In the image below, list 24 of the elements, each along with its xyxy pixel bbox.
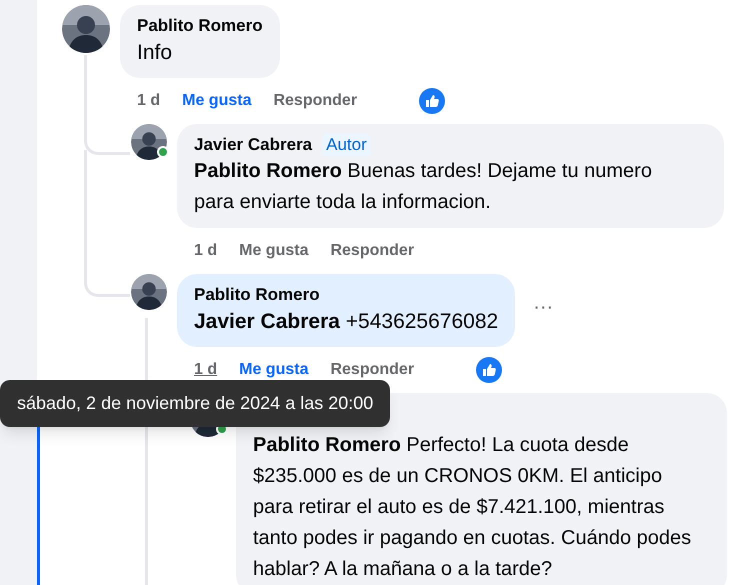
author-name[interactable]: Pablito Romero bbox=[194, 284, 320, 306]
author-name[interactable]: Pablito Romero bbox=[137, 15, 263, 37]
date-tooltip: sábado, 2 de noviembre de 2024 a las 20:00 bbox=[0, 380, 390, 427]
comment-text: Pablito Romero Buenas tardes! Dejame tu numero para enviarte toda la informacion. bbox=[194, 159, 653, 215]
reply-link[interactable]: Responder bbox=[330, 239, 414, 263]
like-link[interactable]: Me gusta bbox=[182, 89, 252, 113]
like-reaction-icon[interactable] bbox=[419, 88, 446, 114]
avatar[interactable] bbox=[131, 274, 167, 310]
timestamp-link[interactable]: 1 d bbox=[194, 358, 218, 382]
comment-text: Pablito Romero Perfecto! La cuota desde $235.000 es de un CRONOS 0KM. El anticipo para retirar el auto es de $7.421.100, mientras tanto podes ir pagando en cuotas. Cuándo podes hablar? A la mañana o a la tarde? bbox=[253, 433, 692, 582]
avatar[interactable] bbox=[131, 124, 167, 160]
author-badge: Autor bbox=[322, 134, 371, 156]
timestamp-link[interactable]: 1 d bbox=[194, 239, 218, 263]
like-link[interactable]: Me gusta bbox=[239, 358, 308, 382]
more-options-button[interactable]: ··· bbox=[533, 296, 554, 324]
reply-link[interactable]: Responder bbox=[273, 89, 358, 113]
like-reaction-icon[interactable] bbox=[476, 357, 502, 383]
like-link[interactable]: Me gusta bbox=[239, 239, 308, 263]
reply-link[interactable]: Responder bbox=[330, 358, 414, 382]
comment-text: Info bbox=[137, 40, 174, 66]
comment-text: Javier Cabrera +543625676082 bbox=[194, 309, 498, 335]
timestamp-link[interactable]: 1 d bbox=[137, 89, 160, 113]
avatar[interactable] bbox=[62, 5, 110, 53]
author-name[interactable]: Javier Cabrera bbox=[194, 134, 312, 156]
